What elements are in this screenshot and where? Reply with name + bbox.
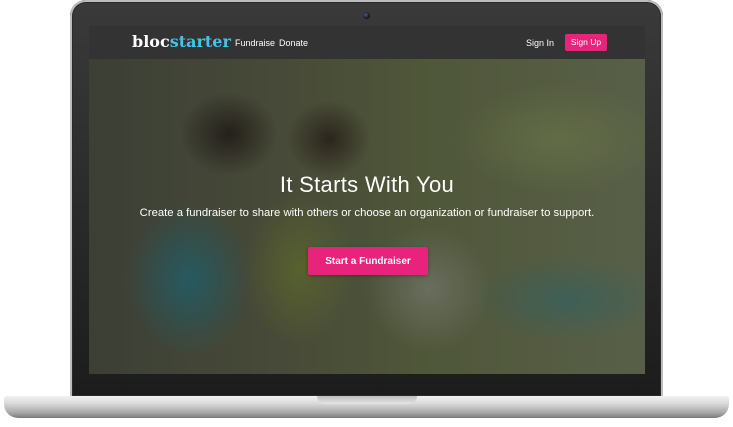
sign-up-button[interactable]: Sign Up [565, 34, 607, 51]
start-fundraiser-button[interactable]: Start a Fundraiser [308, 247, 428, 275]
webcam [363, 12, 370, 19]
laptop-notch [317, 396, 417, 404]
nav-link-donate[interactable]: Donate [279, 38, 308, 48]
logo-text-starter: starter [169, 32, 231, 51]
sign-in-link[interactable]: Sign In [526, 38, 554, 48]
brand-logo[interactable]: blocstarter [132, 32, 231, 51]
laptop-mockup: blocstarter Fundraise Donate Sign In Sig… [0, 0, 733, 427]
logo-text-bloc: bloc [132, 32, 170, 51]
nav-link-fundraise[interactable]: Fundraise [235, 38, 275, 48]
laptop-screen: blocstarter Fundraise Donate Sign In Sig… [89, 26, 645, 374]
navbar: blocstarter Fundraise Donate Sign In Sig… [89, 26, 645, 59]
hero-headline: It Starts With You [279, 172, 455, 197]
hero-subhead: Create a fundraiser to share with others… [139, 207, 595, 219]
